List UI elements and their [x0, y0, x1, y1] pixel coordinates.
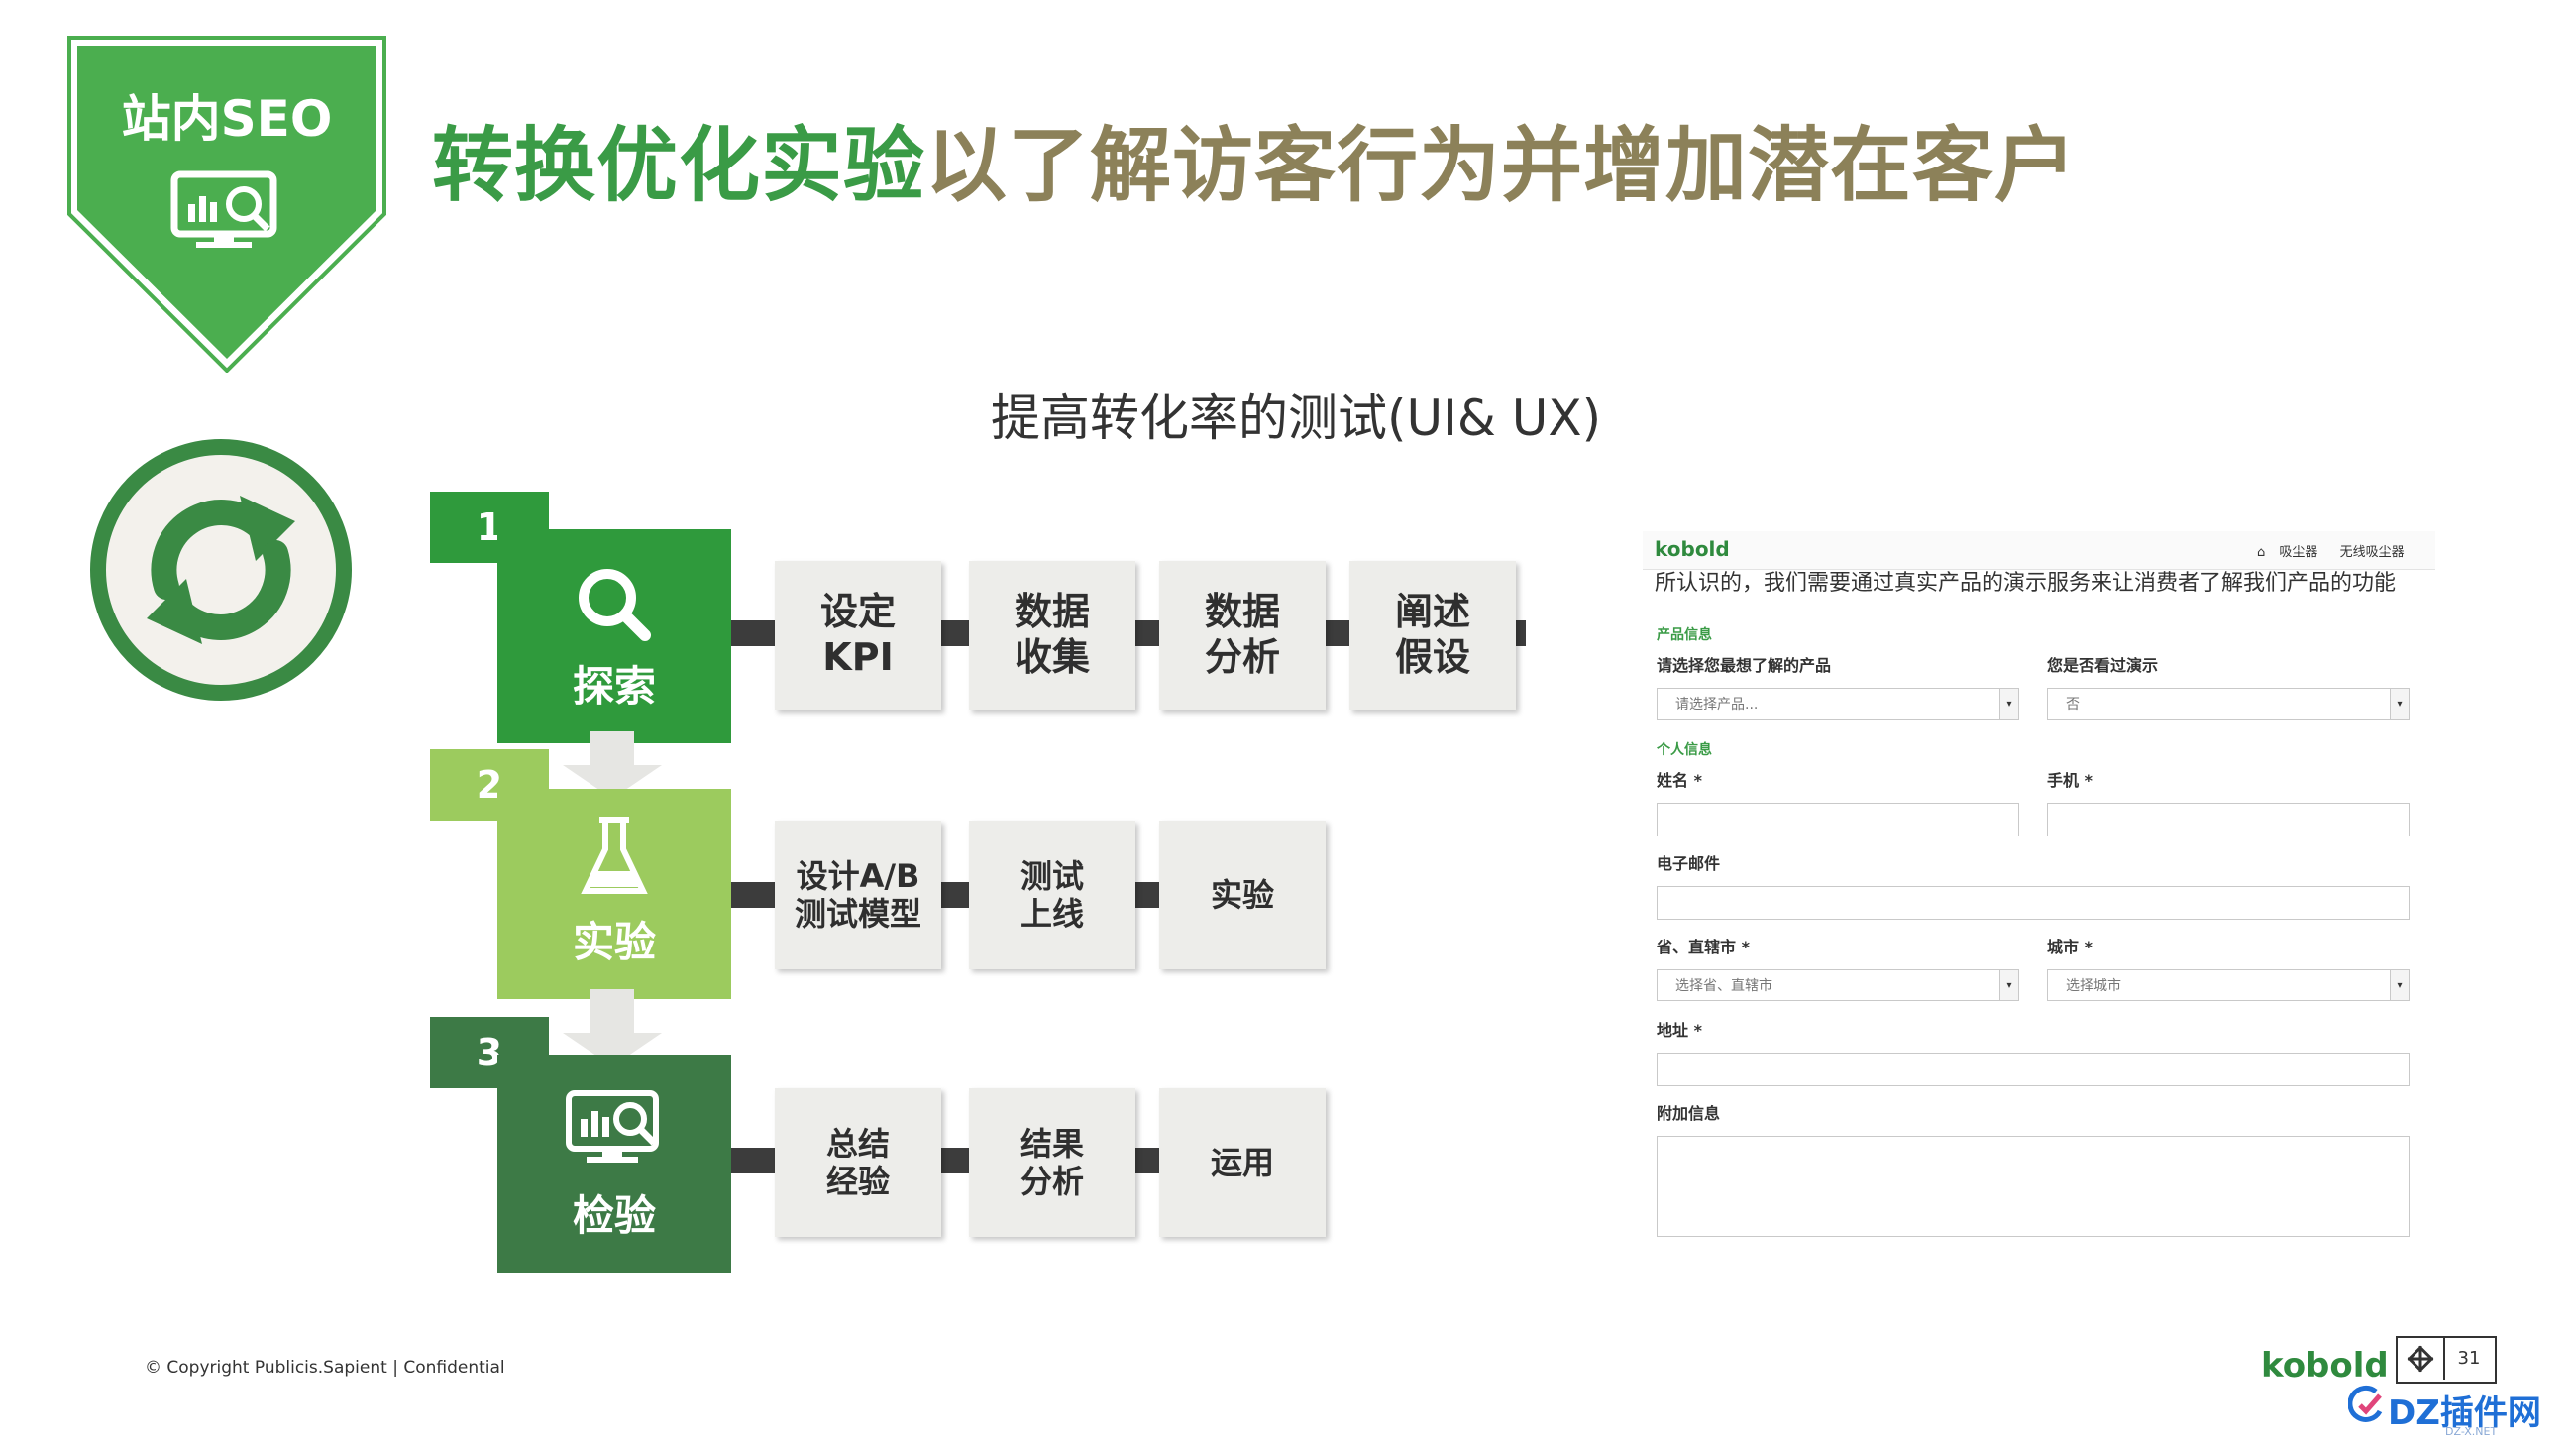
phone-field[interactable]: [2047, 803, 2410, 836]
chevron-down-icon: ▾: [1999, 689, 2018, 719]
title-part-2: 以了解访客行为并增加潜在客户: [925, 119, 2078, 213]
step-3-box-2: 结果 分析: [969, 1088, 1135, 1237]
badge-label: 站内SEO: [121, 90, 333, 148]
step-1-label: 探索: [572, 662, 656, 711]
section-subtitle: 提高转化率的测试(UI& UX): [991, 390, 1602, 447]
step-1-box-4: 阐述 假设: [1349, 561, 1516, 710]
product-select-value: 请选择产品...: [1675, 697, 1759, 713]
copyright-notice: © Copyright Publicis.Sapient | Confident…: [145, 1358, 505, 1378]
step-2-box-2: 测试 上线: [969, 821, 1135, 969]
analytics-screen-icon: [566, 1090, 659, 1163]
label-phone: 手机 *: [2047, 771, 2093, 790]
watermark-sub: DZ-X.NET: [2445, 1425, 2498, 1438]
address-field[interactable]: [1657, 1053, 2410, 1086]
label-email: 电子邮件: [1657, 854, 1721, 873]
page-title: 转换优化实验以了解访客行为并增加潜在客户: [432, 99, 2077, 217]
step-3-box-1: 总结 经验: [775, 1088, 941, 1237]
title-part-1: 转换优化实验: [432, 119, 926, 213]
step-3-box-3: 运用: [1159, 1088, 1326, 1237]
refresh-cycle-icon: [90, 439, 352, 701]
step-1-box-1: 设定 KPI: [775, 561, 941, 710]
nav-link-vacuum[interactable]: 吸尘器: [2279, 545, 2317, 560]
flask-icon: [581, 817, 648, 894]
form-intro: 所认识的，我们需要通过真实产品的演示服务来让消费者了解我们产品的功能: [1655, 571, 2397, 596]
chevron-down-icon: ▾: [2390, 689, 2409, 719]
step-1-block: 探索: [497, 529, 731, 743]
chevron-down-icon: ▾: [2390, 970, 2409, 1000]
seen-demo-select-value: 否: [2066, 697, 2080, 713]
magnifier-icon: [579, 569, 651, 641]
email-field[interactable]: [1657, 886, 2410, 920]
name-field[interactable]: [1657, 803, 2019, 836]
page-box-divider: [2443, 1338, 2445, 1380]
brand-emblem-icon: [2407, 1345, 2434, 1373]
province-select-value: 选择省、直辖市: [1675, 978, 1772, 994]
section-personal-info: 个人信息: [1657, 742, 1712, 758]
city-select-value: 选择城市: [2066, 978, 2121, 994]
extra-info-textarea[interactable]: [1657, 1136, 2410, 1237]
step-2-block: 实验: [497, 789, 731, 999]
province-select[interactable]: 选择省、直辖市 ▾: [1657, 969, 2019, 1001]
step-2-box-1: 设计A/B 测试模型: [775, 821, 941, 969]
page-number: 31: [2457, 1347, 2481, 1369]
label-address: 地址 *: [1657, 1021, 1702, 1040]
nav-link-cordless[interactable]: 无线吸尘器: [2340, 545, 2405, 560]
section-product-info: 产品信息: [1657, 627, 1712, 643]
form-logo[interactable]: kobold: [1655, 537, 1730, 561]
label-seen-demo: 您是否看过演示: [2047, 656, 2159, 675]
step-3-block: 检验: [497, 1055, 731, 1273]
step-3-label: 检验: [572, 1191, 656, 1240]
step-1-box-2: 数据 收集: [969, 561, 1135, 710]
home-icon[interactable]: ⌂: [2257, 545, 2265, 560]
kobold-logo: kobold: [2261, 1346, 2389, 1386]
seen-demo-select[interactable]: 否 ▾: [2047, 688, 2410, 720]
step-1-box-3: 数据 分析: [1159, 561, 1326, 710]
dz-logo-icon: [2348, 1385, 2383, 1422]
label-city: 城市 *: [2047, 938, 2093, 956]
city-select[interactable]: 选择城市 ▾: [2047, 969, 2410, 1001]
chevron-down-icon: ▾: [1999, 970, 2018, 1000]
label-province: 省、直辖市 *: [1657, 938, 1750, 956]
step-2-label: 实验: [572, 918, 656, 966]
demo-request-form: kobold ⌂ 吸尘器 无线吸尘器 所认识的，我们需要通过真实产品的演示服务来…: [1643, 531, 2435, 1265]
label-name: 姓名 *: [1657, 771, 1702, 790]
label-extra-info: 附加信息: [1657, 1104, 1721, 1123]
form-nav: ⌂ 吸尘器 无线吸尘器: [2257, 541, 2405, 560]
label-product: 请选择您最想了解的产品: [1657, 656, 1832, 675]
step-2-box-3: 实验: [1159, 821, 1326, 969]
product-select[interactable]: 请选择产品... ▾: [1657, 688, 2019, 720]
